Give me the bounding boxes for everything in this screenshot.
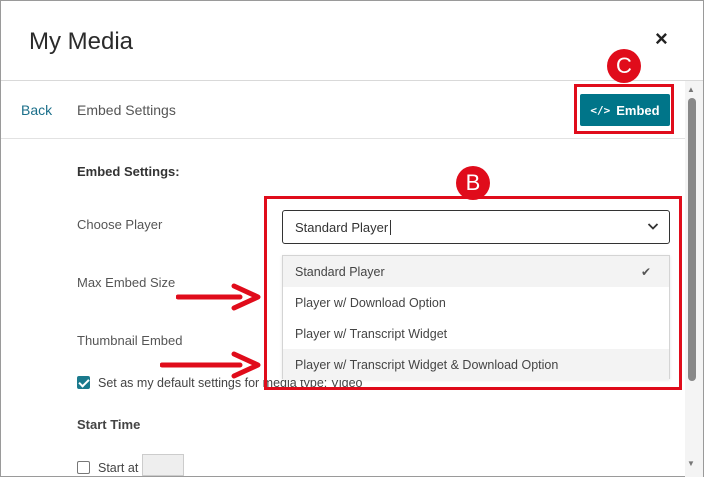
close-icon[interactable]: × [655,28,668,50]
scroll-down-icon[interactable]: ▼ [687,459,695,468]
scrollbar-thumb[interactable] [688,98,696,381]
start-at-checkbox[interactable] [77,461,90,474]
start-time-label: Start Time [77,417,141,432]
start-at-input[interactable] [142,454,184,476]
annotation-badge-c: C [607,49,641,83]
thumbnail-embed-label: Thumbnail Embed [77,333,183,348]
annotation-box-b [264,196,682,390]
max-embed-size-label: Max Embed Size [77,275,176,290]
modal-header: My Media × [1,1,703,81]
start-at-label: Start at [98,461,139,475]
arrow-right-icon [176,283,261,311]
scroll-up-icon[interactable]: ▲ [687,85,695,94]
choose-player-label: Choose Player [77,217,163,232]
annotation-badge-b: B [456,166,490,200]
arrow-right-icon [160,351,261,379]
default-settings-checkbox[interactable] [77,376,90,389]
modal-title: My Media [29,28,134,55]
back-link[interactable]: Back [21,102,52,118]
nav-title: Embed Settings [77,102,176,118]
section-label: Embed Settings: [77,164,180,179]
annotation-box-c [574,84,674,134]
